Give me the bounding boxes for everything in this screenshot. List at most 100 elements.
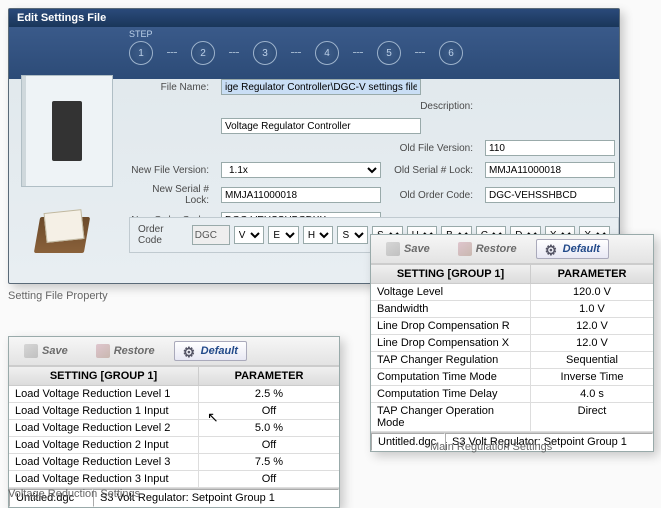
order-code-cell-2[interactable]: H [303, 226, 334, 244]
new-serial-input[interactable] [221, 187, 381, 203]
new-serial-label: New Serial # Lock: [129, 184, 209, 206]
default-button[interactable]: Default [174, 341, 247, 361]
cell-setting: Voltage Level [371, 284, 531, 300]
cell-setting: Computation Time Mode [371, 369, 531, 385]
cell-setting: Load Voltage Reduction 2 Input [9, 437, 199, 453]
step-bar: STEP 1 2 3 4 5 6 [9, 27, 619, 79]
cell-parameter[interactable]: 5.0 % [199, 420, 339, 436]
table-row[interactable]: Computation Time ModeInverse Time [371, 369, 653, 386]
table-row[interactable]: Bandwidth1.0 V [371, 301, 653, 318]
restore-button[interactable]: Restore [449, 239, 526, 259]
step-2[interactable]: 2 [191, 41, 215, 65]
cell-parameter[interactable]: 4.0 s [531, 386, 653, 402]
table-row[interactable]: Load Voltage Reduction Level 12.5 % [9, 386, 339, 403]
form-area: File Name: Description: Old File Version… [129, 79, 599, 228]
cell-parameter[interactable]: 12.0 V [531, 335, 653, 351]
caption-setting-file: Setting File Property [8, 290, 108, 302]
old-version-label: Old File Version: [393, 143, 473, 154]
cell-parameter[interactable]: Off [199, 471, 339, 487]
save-button[interactable]: Save [377, 239, 439, 259]
cell-parameter[interactable]: 120.0 V [531, 284, 653, 300]
gear-icon [545, 242, 559, 256]
step-3[interactable]: 3 [253, 41, 277, 65]
cell-setting: Line Drop Compensation R [371, 318, 531, 334]
toolbar: Save Restore Default [371, 235, 653, 264]
old-order-label: Old Order Code: [393, 190, 473, 201]
cell-parameter[interactable]: Off [199, 437, 339, 453]
new-version-select[interactable]: 1.1x [221, 162, 381, 178]
cell-setting: TAP Changer Regulation [371, 352, 531, 368]
save-icon [386, 242, 400, 256]
header-setting: SETTING [GROUP 1] [371, 265, 531, 283]
old-order-input[interactable] [485, 187, 615, 203]
default-button[interactable]: Default [536, 239, 609, 259]
table-row[interactable]: Load Voltage Reduction 1 InputOff [9, 403, 339, 420]
cell-setting: Load Voltage Reduction Level 3 [9, 454, 199, 470]
cell-setting: Load Voltage Reduction Level 2 [9, 420, 199, 436]
grid-header: SETTING [GROUP 1] PARAMETER [371, 264, 653, 284]
caption-main: Main Regulation Settings [430, 441, 552, 453]
order-code-cell-0[interactable]: V [234, 226, 265, 244]
description-input[interactable] [221, 118, 421, 134]
header-setting: SETTING [GROUP 1] [9, 367, 199, 385]
cell-setting: Computation Time Delay [371, 386, 531, 402]
main-regulation-panel: Save Restore Default SETTING [GROUP 1] P… [370, 234, 654, 452]
cursor-icon: ↖ [207, 409, 219, 426]
order-code-legend: Order Code [138, 224, 188, 246]
order-code-cell-1[interactable]: E [268, 226, 299, 244]
device-image [21, 75, 113, 187]
cell-parameter[interactable]: 7.5 % [199, 454, 339, 470]
cell-parameter[interactable]: Inverse Time [531, 369, 653, 385]
cell-setting: Bandwidth [371, 301, 531, 317]
table-row[interactable]: Load Voltage Reduction Level 25.0 % [9, 420, 339, 437]
step-4[interactable]: 4 [315, 41, 339, 65]
new-version-label: New File Version: [129, 165, 209, 176]
save-button[interactable]: Save [15, 341, 77, 361]
table-row[interactable]: Computation Time Delay4.0 s [371, 386, 653, 403]
table-row[interactable]: Load Voltage Reduction 2 InputOff [9, 437, 339, 454]
cell-parameter[interactable]: Off [199, 403, 339, 419]
voltage-reduction-panel: Save Restore Default SETTING [GROUP 1] P… [8, 336, 340, 508]
cell-setting: Load Voltage Reduction 1 Input [9, 403, 199, 419]
cell-setting: Load Voltage Reduction Level 1 [9, 386, 199, 402]
cell-parameter[interactable]: Direct [531, 403, 653, 431]
cell-setting: TAP Changer Operation Mode [371, 403, 531, 431]
folder-icon [31, 207, 91, 255]
old-version-input[interactable] [485, 140, 615, 156]
table-row[interactable]: Voltage Level120.0 V [371, 284, 653, 301]
grid-body: Load Voltage Reduction Level 12.5 %Load … [9, 386, 339, 488]
restore-button[interactable]: Restore [87, 341, 164, 361]
old-serial-input[interactable] [485, 162, 615, 178]
order-code-prefix [192, 225, 230, 245]
restore-icon [96, 344, 110, 358]
step-5[interactable]: 5 [377, 41, 401, 65]
order-code-cell-3[interactable]: S [337, 226, 368, 244]
cell-parameter[interactable]: 12.0 V [531, 318, 653, 334]
cell-parameter[interactable]: 2.5 % [199, 386, 339, 402]
header-parameter: PARAMETER [531, 265, 653, 283]
table-row[interactable]: Load Voltage Reduction Level 37.5 % [9, 454, 339, 471]
step-label: STEP [129, 29, 153, 39]
toolbar: Save Restore Default [9, 337, 339, 366]
grid-body: Voltage Level120.0 VBandwidth1.0 VLine D… [371, 284, 653, 432]
table-row[interactable]: TAP Changer RegulationSequential [371, 352, 653, 369]
cell-setting: Line Drop Compensation X [371, 335, 531, 351]
file-name-input[interactable] [221, 79, 421, 95]
table-row[interactable]: Load Voltage Reduction 3 InputOff [9, 471, 339, 488]
cell-parameter[interactable]: Sequential [531, 352, 653, 368]
step-6[interactable]: 6 [439, 41, 463, 65]
description-label: Description: [393, 101, 473, 112]
table-row[interactable]: Line Drop Compensation R12.0 V [371, 318, 653, 335]
table-row[interactable]: Line Drop Compensation X12.0 V [371, 335, 653, 352]
file-name-label: File Name: [129, 82, 209, 93]
old-serial-label: Old Serial # Lock: [393, 165, 473, 176]
cell-parameter[interactable]: 1.0 V [531, 301, 653, 317]
window-title: Edit Settings File [9, 9, 619, 27]
gear-icon [183, 344, 197, 358]
restore-icon [458, 242, 472, 256]
caption-voltage: Voltage Reduction Settings [8, 488, 140, 500]
table-row[interactable]: TAP Changer Operation ModeDirect [371, 403, 653, 432]
step-1[interactable]: 1 [129, 41, 153, 65]
save-icon [24, 344, 38, 358]
cell-setting: Load Voltage Reduction 3 Input [9, 471, 199, 487]
